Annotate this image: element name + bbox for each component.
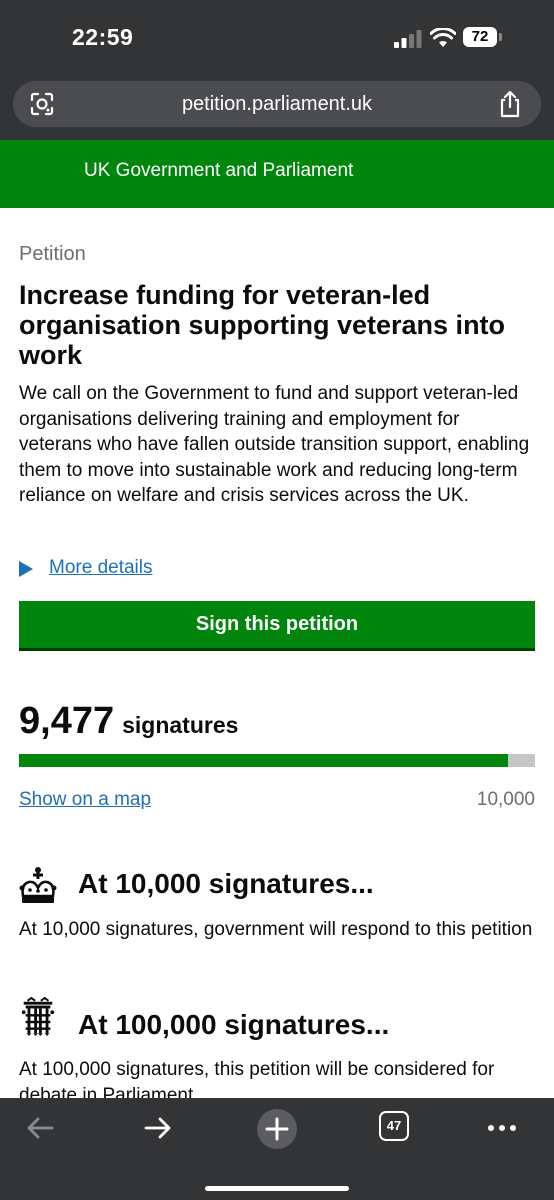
- signature-count: 9,477 signatures: [19, 700, 238, 743]
- milestone-title: At 100,000 signatures...: [78, 1009, 390, 1040]
- signature-number: 9,477: [19, 700, 115, 742]
- home-indicator: [205, 1186, 349, 1191]
- browser-top-bar: 22:59 72 petition.parliament.uk: [0, 0, 554, 140]
- status-time: 22:59: [72, 24, 134, 50]
- milestone-text: At 10,000 signatures, government will re…: [19, 919, 533, 940]
- browser-bottom-toolbar: 47: [0, 1098, 554, 1200]
- signature-progress-fill: [19, 754, 508, 767]
- battery-tip: [499, 33, 502, 41]
- wifi-icon: [430, 28, 456, 47]
- cellular-signal-icon: [394, 30, 422, 48]
- crown-icon: [19, 867, 57, 903]
- site-header-title[interactable]: UK Government and Parliament: [84, 160, 353, 182]
- show-on-map-link[interactable]: Show on a map: [19, 789, 151, 811]
- triangle-right-icon: [19, 561, 33, 577]
- back-arrow-icon[interactable]: [24, 1112, 56, 1144]
- battery-level: 72: [463, 27, 497, 47]
- new-tab-icon[interactable]: [256, 1108, 298, 1150]
- petition-title: Increase funding for veteran-led organis…: [19, 280, 506, 370]
- url-text[interactable]: petition.parliament.uk: [13, 93, 541, 116]
- more-details-link[interactable]: More details: [49, 557, 153, 579]
- more-options-icon[interactable]: [486, 1112, 518, 1144]
- share-icon[interactable]: [497, 90, 523, 118]
- tab-count: 47: [386, 1118, 402, 1133]
- petition-description: We call on the Government to fund and su…: [19, 383, 530, 506]
- battery-indicator: 72: [463, 27, 503, 47]
- signature-label: signatures: [122, 712, 239, 738]
- milestone-title: At 10,000 signatures...: [78, 868, 374, 899]
- address-bar[interactable]: petition.parliament.uk: [13, 81, 541, 127]
- signature-progress-bar: [19, 754, 535, 767]
- tab-switcher-button[interactable]: 47: [379, 1111, 409, 1141]
- petition-caption: Petition: [19, 243, 86, 265]
- site-header: UK Government and Parliament: [0, 140, 554, 208]
- sign-petition-button[interactable]: Sign this petition: [19, 601, 535, 651]
- signature-goal: 10,000: [476, 789, 535, 810]
- forward-arrow-icon[interactable]: [142, 1112, 174, 1144]
- portcullis-icon: [21, 997, 55, 1037]
